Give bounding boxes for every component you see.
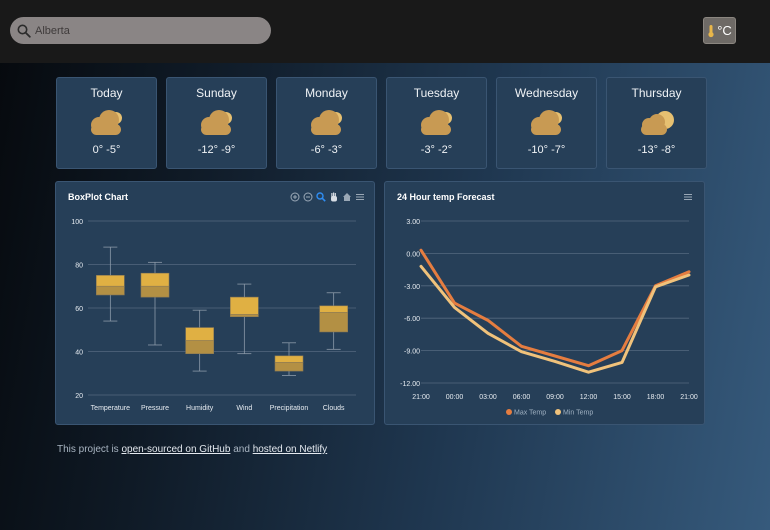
x-tick-label: 09:00 xyxy=(546,394,564,401)
box-upper xyxy=(185,327,214,341)
cloud-icon xyxy=(90,110,122,135)
x-tick-label: 15:00 xyxy=(613,394,631,401)
forecast-temp-range: -10° -7° xyxy=(527,144,566,156)
temp-line-chart: 3.00 0.00 -3.00 -6.00 -9.00 -12.00 21:00 00:00 0… xyxy=(400,219,698,417)
x-tick-label: 06:00 xyxy=(513,394,531,401)
cloud-icon xyxy=(310,110,342,135)
box-lower xyxy=(96,285,125,296)
y-tick-label: 100 xyxy=(71,219,83,226)
forecast-card-thursday[interactable]: Thursday -13° -8° xyxy=(606,77,707,169)
forecast-card-monday[interactable]: Monday -6° -3° xyxy=(276,77,377,169)
x-tick-label: 21:00 xyxy=(412,394,430,401)
y-tick-label: -9.00 xyxy=(404,349,420,356)
footer: This project is open-sourced on GitHub a… xyxy=(57,444,327,455)
x-category-label: Pressure xyxy=(141,405,169,412)
box-upper xyxy=(274,355,304,363)
box-upper xyxy=(140,272,170,287)
footer-prefix: This project is xyxy=(57,444,122,455)
y-tick-label: 40 xyxy=(75,350,83,357)
x-tick-label: 12:00 xyxy=(580,394,598,401)
boxplot-chart: 20 40 60 80 100 Temperature Pressure Humidity Wi… xyxy=(71,219,356,412)
box-upper xyxy=(230,296,259,315)
thermometer-icon xyxy=(708,24,714,37)
box-lower xyxy=(140,285,170,298)
forecast-day-name: Monday xyxy=(305,86,348,100)
x-tick-label: 00:00 xyxy=(446,394,464,401)
x-category-label: Wind xyxy=(236,405,252,412)
unit-label: °C xyxy=(717,23,732,38)
boxplot-panel: BoxPlot Chart 20 40 60 80 100 Temperature Pres… xyxy=(55,181,375,425)
forecast-card-sunday[interactable]: Sunday -12° -9° xyxy=(166,77,267,169)
y-tick-label: 60 xyxy=(75,306,83,313)
cloud-icon xyxy=(420,110,452,135)
forecast-temp-range: -3° -2° xyxy=(420,144,453,156)
github-link[interactable]: open-sourced on GitHub xyxy=(121,444,230,455)
x-category-label: Temperature xyxy=(91,405,130,412)
legend-marker xyxy=(555,409,561,415)
y-tick-label: 80 xyxy=(75,263,83,270)
box-lower xyxy=(319,312,348,333)
legend-label: Min Temp xyxy=(563,410,593,417)
y-tick-label: -12.00 xyxy=(400,381,420,388)
search-input[interactable] xyxy=(35,24,255,37)
partly-cloudy-icon xyxy=(640,111,674,135)
netlify-link[interactable]: hosted on Netlify xyxy=(253,444,328,455)
forecast-card-wednesday[interactable]: Wednesday -10° -7° xyxy=(496,77,597,169)
forecast-temp-range: -12° -9° xyxy=(197,144,236,156)
x-tick-label: 03:00 xyxy=(479,394,497,401)
legend-marker xyxy=(506,409,512,415)
x-category-label: Precipitation xyxy=(270,405,309,412)
box-lower xyxy=(230,314,259,317)
forecast-card-tuesday[interactable]: Tuesday -3° -2° xyxy=(386,77,487,169)
forecast-temp-range: -6° -3° xyxy=(310,144,343,156)
x-tick-label: 18:00 xyxy=(647,394,665,401)
forecast-day-name: Sunday xyxy=(196,86,237,100)
unit-toggle-button[interactable]: °C xyxy=(703,17,736,44)
cloud-icon xyxy=(530,110,562,135)
x-tick-label: 21:00 xyxy=(680,394,698,401)
search-icon xyxy=(17,24,31,38)
forecast-day-name: Today xyxy=(90,86,123,100)
y-tick-label: -6.00 xyxy=(404,316,420,323)
series-line-max-temp xyxy=(419,248,691,368)
legend-label: Max Temp xyxy=(514,410,546,417)
forecast-day-name: Tuesday xyxy=(413,86,460,100)
forecast-temp-range: -13° -8° xyxy=(637,144,676,156)
cloud-icon xyxy=(200,110,232,135)
search-box[interactable] xyxy=(10,17,271,44)
box-upper xyxy=(319,305,348,313)
forecast-day-name: Wednesday xyxy=(514,86,579,100)
y-tick-label: 20 xyxy=(75,393,83,400)
forecast-card-today[interactable]: Today 0° -5° xyxy=(56,77,157,169)
box-upper xyxy=(96,275,125,287)
forecast-temp-range: 0° -5° xyxy=(92,144,121,156)
temp-forecast-panel: 24 Hour temp Forecast 3.00 0.00 -3.00 -6.00… xyxy=(384,181,705,425)
y-tick-label: 0.00 xyxy=(406,251,420,258)
box-lower xyxy=(185,340,214,354)
forecast-day-name: Thursday xyxy=(631,86,682,100)
y-tick-label: 3.00 xyxy=(406,219,420,226)
x-category-label: Humidity xyxy=(186,405,214,412)
x-category-label: Clouds xyxy=(323,405,345,412)
top-bar: °C xyxy=(0,0,770,63)
y-tick-label: -3.00 xyxy=(404,284,420,291)
footer-middle: and xyxy=(230,444,253,455)
box-lower xyxy=(274,362,304,372)
